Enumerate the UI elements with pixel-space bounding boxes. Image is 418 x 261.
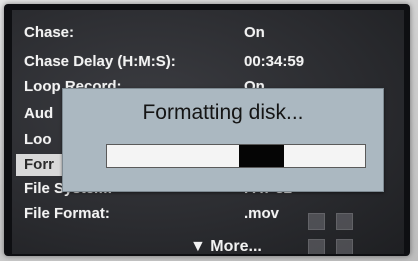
device-screen-bezel: Chase: On Chase Delay (H:M:S): 00:34:59 … bbox=[4, 4, 410, 256]
progress-indicator-block bbox=[239, 145, 284, 167]
menu-value: On bbox=[244, 24, 265, 41]
formatting-dialog: Formatting disk... bbox=[62, 88, 384, 192]
nav-left-button[interactable] bbox=[308, 213, 325, 230]
more-link[interactable]: ▼ More... bbox=[190, 238, 262, 254]
nav-right-button[interactable] bbox=[336, 213, 353, 230]
menu-value: .mov bbox=[244, 205, 280, 222]
menu-label: File Format: bbox=[24, 205, 110, 222]
menu-label: Chase: bbox=[24, 24, 75, 41]
nav-down-button[interactable] bbox=[308, 239, 325, 254]
menu-value: 00:34:59 bbox=[244, 53, 305, 70]
progress-bar bbox=[106, 144, 366, 168]
menu-label: Aud bbox=[24, 105, 54, 122]
menu-label: Chase Delay (H:M:S): bbox=[24, 53, 176, 70]
menu-label: Loo bbox=[24, 131, 52, 148]
device-screen: Chase: On Chase Delay (H:M:S): 00:34:59 … bbox=[12, 10, 404, 254]
nav-up-button[interactable] bbox=[336, 239, 353, 254]
menu-label: Forr bbox=[24, 156, 54, 173]
dialog-title: Formatting disk... bbox=[142, 101, 304, 124]
